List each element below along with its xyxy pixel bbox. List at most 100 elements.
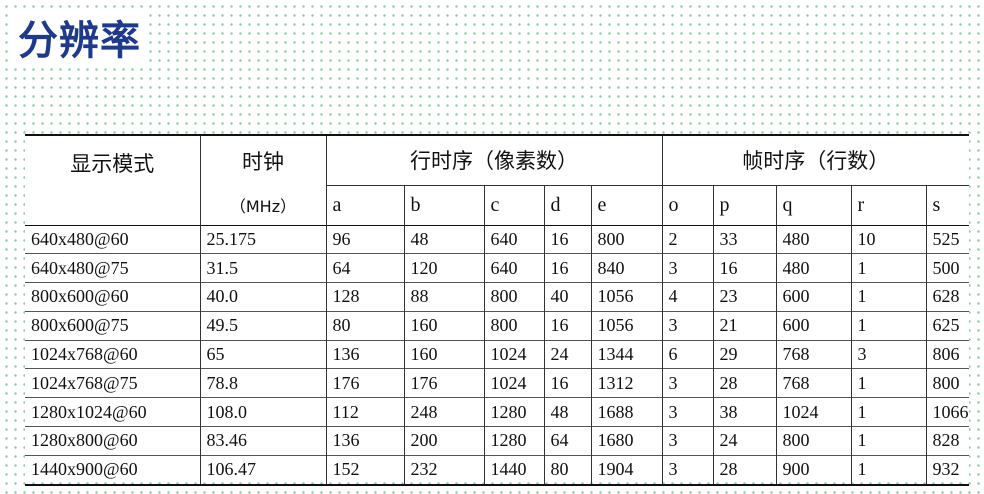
table-cell: 1440x900@60 (25, 454, 200, 485)
header-col-s: s (925, 184, 970, 225)
table-cell: 3 (661, 310, 714, 341)
table-cell: 40.0 (199, 282, 326, 312)
table-cell: 1024x768@75 (25, 368, 200, 398)
header-col-o: o (661, 184, 714, 225)
table-cell: 108.0 (199, 397, 326, 427)
table-cell: 600 (775, 282, 852, 312)
table-cell: 640x480@60 (25, 224, 200, 254)
table-cell: 1024 (483, 339, 544, 369)
table-cell: 64 (543, 426, 591, 456)
table-cell: 1 (850, 282, 927, 312)
table-cell: 232 (403, 454, 484, 485)
table-cell: 64 (325, 253, 404, 283)
table-cell: 806 (925, 339, 970, 369)
header-col-r: r (850, 184, 927, 225)
header-col-e: e (590, 184, 663, 225)
table-cell: 128 (325, 282, 404, 312)
table-cell: 33 (712, 224, 777, 254)
table-row: 640x480@75 31.5 64 120 640 16 840 3 16 480 1 500 (25, 253, 970, 283)
table-cell: 1 (850, 426, 927, 456)
table-cell: 80 (325, 310, 404, 341)
table-cell: 48 (543, 397, 591, 427)
table-cell: 29 (712, 339, 777, 369)
table-cell: 600 (775, 310, 852, 341)
table-cell: 120 (403, 253, 484, 283)
table-cell: 200 (403, 426, 484, 456)
table-cell: 480 (775, 253, 852, 283)
table-cell: 1312 (590, 368, 663, 398)
table-cell: 24 (543, 339, 591, 369)
table-cell: 40 (543, 282, 591, 312)
table-cell: 640 (483, 253, 544, 283)
table-cell: 16 (543, 224, 591, 254)
table-cell: 1024 (483, 368, 544, 398)
table-cell: 1344 (590, 339, 663, 369)
table-cell: 1280 (483, 426, 544, 456)
table-cell: 768 (775, 339, 852, 369)
table-cell: 16 (543, 310, 591, 341)
table-cell: 112 (325, 397, 404, 427)
table-cell: 840 (590, 253, 663, 283)
table-row: 1024x768@75 78.8 176 176 1024 16 1312 3 28 768 1 80… (25, 368, 970, 398)
table-cell: 800 (590, 224, 663, 254)
header-clock-unit: （MHz） (199, 185, 326, 225)
header-col-d: d (543, 184, 591, 225)
table-cell: 88 (403, 282, 484, 312)
header-col-p: p (712, 184, 777, 225)
table-row: 1440x900@60 106.47 152 232 1440 80 1904 3 28 900 1… (25, 454, 970, 485)
table-cell: 2 (661, 224, 714, 254)
table-cell: 1066 (925, 397, 970, 427)
table-cell: 176 (403, 368, 484, 398)
table-cell: 1024x768@60 (25, 339, 200, 369)
table-cell: 16 (543, 368, 591, 398)
table-cell: 1904 (590, 454, 663, 485)
table-cell: 25.175 (199, 224, 326, 254)
table-row: 1024x768@60 65 136 160 1024 24 1344 6 29 768 3 806 (25, 339, 970, 369)
table-row: 640x480@60 25.175 96 48 640 16 800 2 33 480 10 525 (25, 224, 970, 254)
table-cell: 1680 (590, 426, 663, 456)
table-cell: 800x600@75 (25, 310, 200, 341)
table-cell: 800 (483, 310, 544, 341)
table-cell: 248 (403, 397, 484, 427)
table-cell: 80 (543, 454, 591, 485)
table-cell: 23 (712, 282, 777, 312)
table-cell: 136 (325, 339, 404, 369)
table-cell: 3 (661, 253, 714, 283)
table-row: 800x600@60 40.0 128 88 800 40 1056 4 23 600 1 628 (25, 282, 970, 312)
table-cell: 800 (925, 368, 970, 398)
table-cell: 1688 (590, 397, 663, 427)
table-cell: 4 (661, 282, 714, 312)
table-cell: 768 (775, 368, 852, 398)
header-col-c: c (483, 184, 544, 225)
table-cell: 28 (712, 454, 777, 485)
table-cell: 628 (925, 282, 970, 312)
table-cell: 900 (775, 454, 852, 485)
table-cell: 932 (925, 454, 970, 485)
table-cell: 10 (850, 224, 927, 254)
table-cell: 1056 (590, 310, 663, 341)
table-row: 800x600@75 49.5 80 160 800 16 1056 3 21 600 1 625 (25, 310, 970, 341)
header-mode: 显示模式 (70, 152, 155, 176)
table-cell: 1056 (590, 282, 663, 312)
table-row: 1280x1024@60 108.0 112 248 1280 48 1688 3 38 1024… (25, 397, 970, 427)
page-title: 分辨率 (14, 14, 145, 68)
table-cell: 6 (661, 339, 714, 369)
table-cell: 152 (325, 454, 404, 485)
header-frame-timing: 帧时序（行数） (661, 135, 970, 185)
table-cell: 1 (850, 397, 927, 427)
table-cell: 1024 (775, 397, 852, 427)
table-cell: 65 (199, 339, 326, 369)
table-cell: 21 (712, 310, 777, 341)
table-cell: 3 (661, 454, 714, 485)
table-cell: 78.8 (199, 368, 326, 398)
table-cell: 3 (661, 426, 714, 456)
table-cell: 38 (712, 397, 777, 427)
table-cell: 500 (925, 253, 970, 283)
table-cell: 3 (661, 397, 714, 427)
header-col-b: b (403, 184, 484, 225)
table-cell: 24 (712, 426, 777, 456)
table-cell: 3 (850, 339, 927, 369)
table-row: 1280x800@60 83.46 136 200 1280 64 1680 3 24 800 1 8… (25, 426, 970, 456)
table-cell: 49.5 (199, 310, 326, 341)
table-cell: 16 (712, 253, 777, 283)
